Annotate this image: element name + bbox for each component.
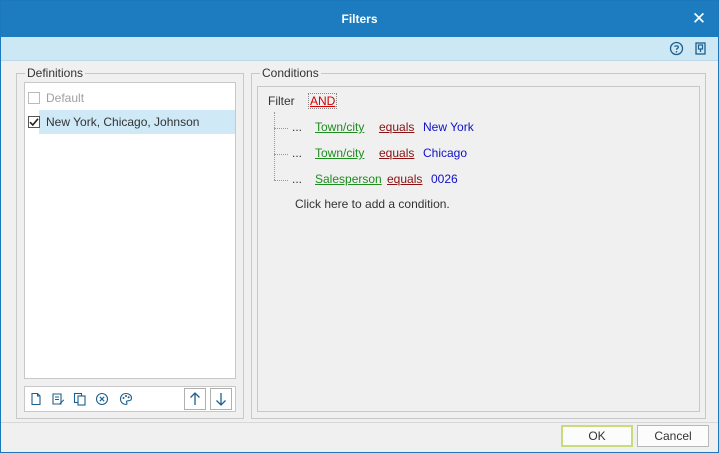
palette-icon[interactable] (119, 392, 133, 406)
conditions-editor[interactable]: Filter AND ... Town/city equals New York… (257, 86, 700, 412)
group-operator-link[interactable]: AND (308, 93, 338, 109)
tree-connector (274, 128, 288, 129)
dialog-title: Filters (341, 12, 378, 26)
condition-value-link[interactable]: New York (423, 120, 474, 134)
condition-menu-button[interactable]: ... (292, 146, 302, 160)
dialog-toolbar (1, 37, 718, 61)
checkmark-icon (29, 118, 39, 127)
close-button[interactable]: ✕ (690, 10, 708, 28)
definition-item-default[interactable]: Default (25, 86, 235, 110)
condition-field-link[interactable]: Town/city (315, 120, 364, 134)
definitions-toolbar (24, 386, 236, 412)
condition-field-link[interactable]: Salesperson (315, 172, 382, 186)
condition-value-link[interactable]: Chicago (423, 146, 467, 160)
filters-dialog: Filters ✕ Definitions Default New York, … (0, 0, 719, 453)
tree-connector (274, 180, 288, 181)
new-icon[interactable] (29, 392, 43, 406)
condition-field-link[interactable]: Town/city (315, 146, 364, 160)
condition-operator-link[interactable]: equals (379, 120, 414, 134)
copy-icon[interactable] (73, 392, 87, 406)
definitions-list[interactable]: Default New York, Chicago, Johnson (24, 82, 236, 379)
ok-button[interactable]: OK (561, 425, 633, 447)
definitions-legend: Definitions (25, 66, 86, 80)
delete-icon[interactable] (95, 392, 109, 406)
filter-label: Filter (268, 94, 295, 108)
condition-menu-button[interactable]: ... (292, 120, 302, 134)
pin-icon[interactable] (693, 41, 708, 56)
title-bar: Filters ✕ (1, 1, 718, 37)
cancel-button[interactable]: Cancel (637, 425, 709, 447)
definition-label: New York, Chicago, Johnson (46, 115, 200, 129)
tree-connector (274, 154, 288, 155)
help-icon[interactable] (669, 41, 684, 56)
condition-value-link[interactable]: 0026 (431, 172, 458, 186)
arrow-up-icon (190, 392, 200, 405)
definitions-group: Definitions Default New York, Chicago, J… (16, 66, 244, 419)
definition-checkbox[interactable] (28, 92, 40, 104)
edit-icon[interactable] (51, 392, 65, 406)
arrow-down-icon (216, 393, 226, 406)
add-condition-link[interactable]: Click here to add a condition. (295, 197, 450, 211)
definition-label: Default (46, 91, 85, 105)
move-down-button[interactable] (210, 388, 232, 410)
condition-menu-button[interactable]: ... (292, 172, 302, 186)
condition-operator-link[interactable]: equals (387, 172, 422, 186)
conditions-legend: Conditions (260, 66, 321, 80)
condition-operator-link[interactable]: equals (379, 146, 414, 160)
move-up-button[interactable] (184, 388, 206, 410)
tree-connector (274, 112, 275, 180)
definition-checkbox[interactable] (28, 116, 40, 128)
button-bar-separator (1, 422, 718, 423)
definition-item-new-york-chicago-johnson[interactable]: New York, Chicago, Johnson (28, 110, 235, 134)
conditions-group: Conditions Filter AND ... Town/city equa… (251, 66, 706, 419)
